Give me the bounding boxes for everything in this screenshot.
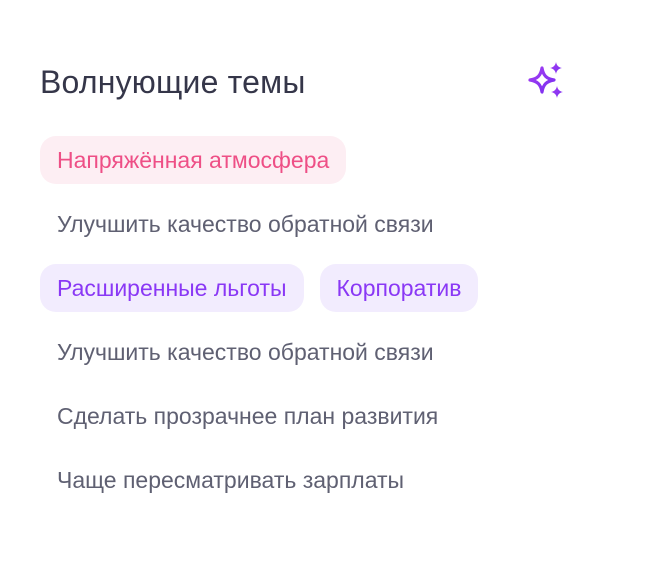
topic-item[interactable]: Чаще пересматривать зарплаты xyxy=(40,456,421,504)
topics-row: Улучшить качество обратной связи xyxy=(40,200,600,248)
topic-chip-highlight[interactable]: Напряжённая атмосфера xyxy=(40,136,347,184)
topic-item[interactable]: Улучшить качество обратной связи xyxy=(40,328,451,376)
topics-row: Чаще пересматривать зарплаты xyxy=(40,456,600,504)
topic-chip-highlight[interactable]: Корпоратив xyxy=(319,264,479,312)
topics-widget: Волнующие темы Напряжённая атмосфера Улу… xyxy=(0,0,650,564)
topics-row: Напряжённая атмосфера xyxy=(40,136,600,184)
widget-title: Волнующие темы xyxy=(40,64,306,100)
topics-list: Напряжённая атмосфера Улучшить качество … xyxy=(40,136,600,520)
topic-item[interactable]: Улучшить качество обратной связи xyxy=(40,200,451,248)
topics-row: Сделать прозрачнее план развития xyxy=(40,392,600,440)
topic-item[interactable]: Сделать прозрачнее план развития xyxy=(40,392,455,440)
sparkles-icon xyxy=(528,62,563,98)
topic-chip-highlight[interactable]: Расширенные льготы xyxy=(40,264,304,312)
topics-row: Расширенные льготы Корпоратив xyxy=(40,264,600,312)
topics-row: Улучшить качество обратной связи xyxy=(40,328,600,376)
